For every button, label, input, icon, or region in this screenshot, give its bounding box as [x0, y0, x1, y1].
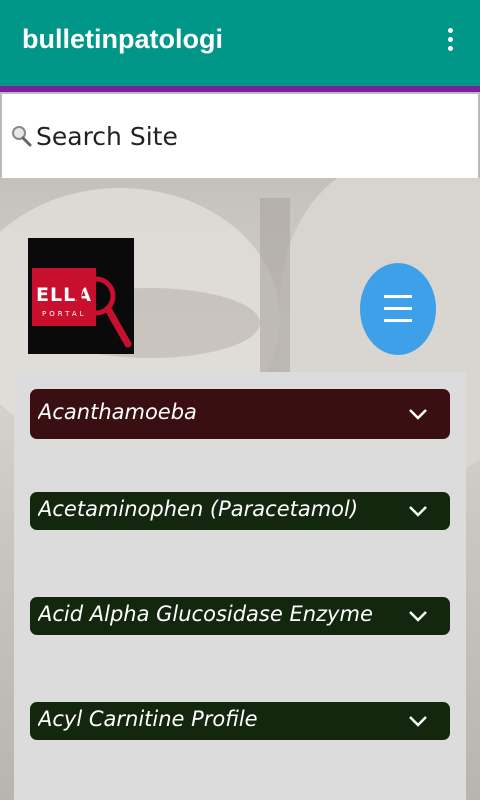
ella-portal-logo: ELLA PORTAL [28, 238, 134, 354]
list-item-label: Acanthamoeba [38, 400, 197, 424]
search-icon [12, 126, 32, 147]
app-bar: bulletinpatologi [0, 0, 480, 86]
menu-button[interactable] [360, 263, 436, 355]
search-bar [0, 92, 480, 180]
topic-list: Acanthamoeba Acetaminophen (Paracetamol)… [14, 372, 466, 800]
chevron-down-icon [409, 409, 427, 420]
chevron-down-icon [409, 716, 427, 727]
list-item[interactable]: Acyl Carnitine Profile [30, 702, 450, 740]
search-input[interactable] [36, 114, 456, 158]
app-title: bulletinpatologi [22, 24, 223, 54]
list-item-label: Acyl Carnitine Profile [38, 707, 258, 731]
list-item[interactable]: Acanthamoeba [30, 389, 450, 439]
overflow-menu-icon[interactable] [440, 28, 460, 56]
list-item[interactable]: Acetaminophen (Paracetamol) [30, 492, 450, 530]
list-item-label: Acetaminophen (Paracetamol) [38, 497, 359, 521]
list-item[interactable]: Acid Alpha Glucosidase Enzyme (POM [30, 597, 450, 635]
magnifier-icon [76, 276, 132, 348]
list-item-label: Acid Alpha Glucosidase Enzyme (POM [38, 602, 378, 626]
chevron-down-icon [409, 506, 427, 517]
chevron-down-icon [409, 611, 427, 622]
